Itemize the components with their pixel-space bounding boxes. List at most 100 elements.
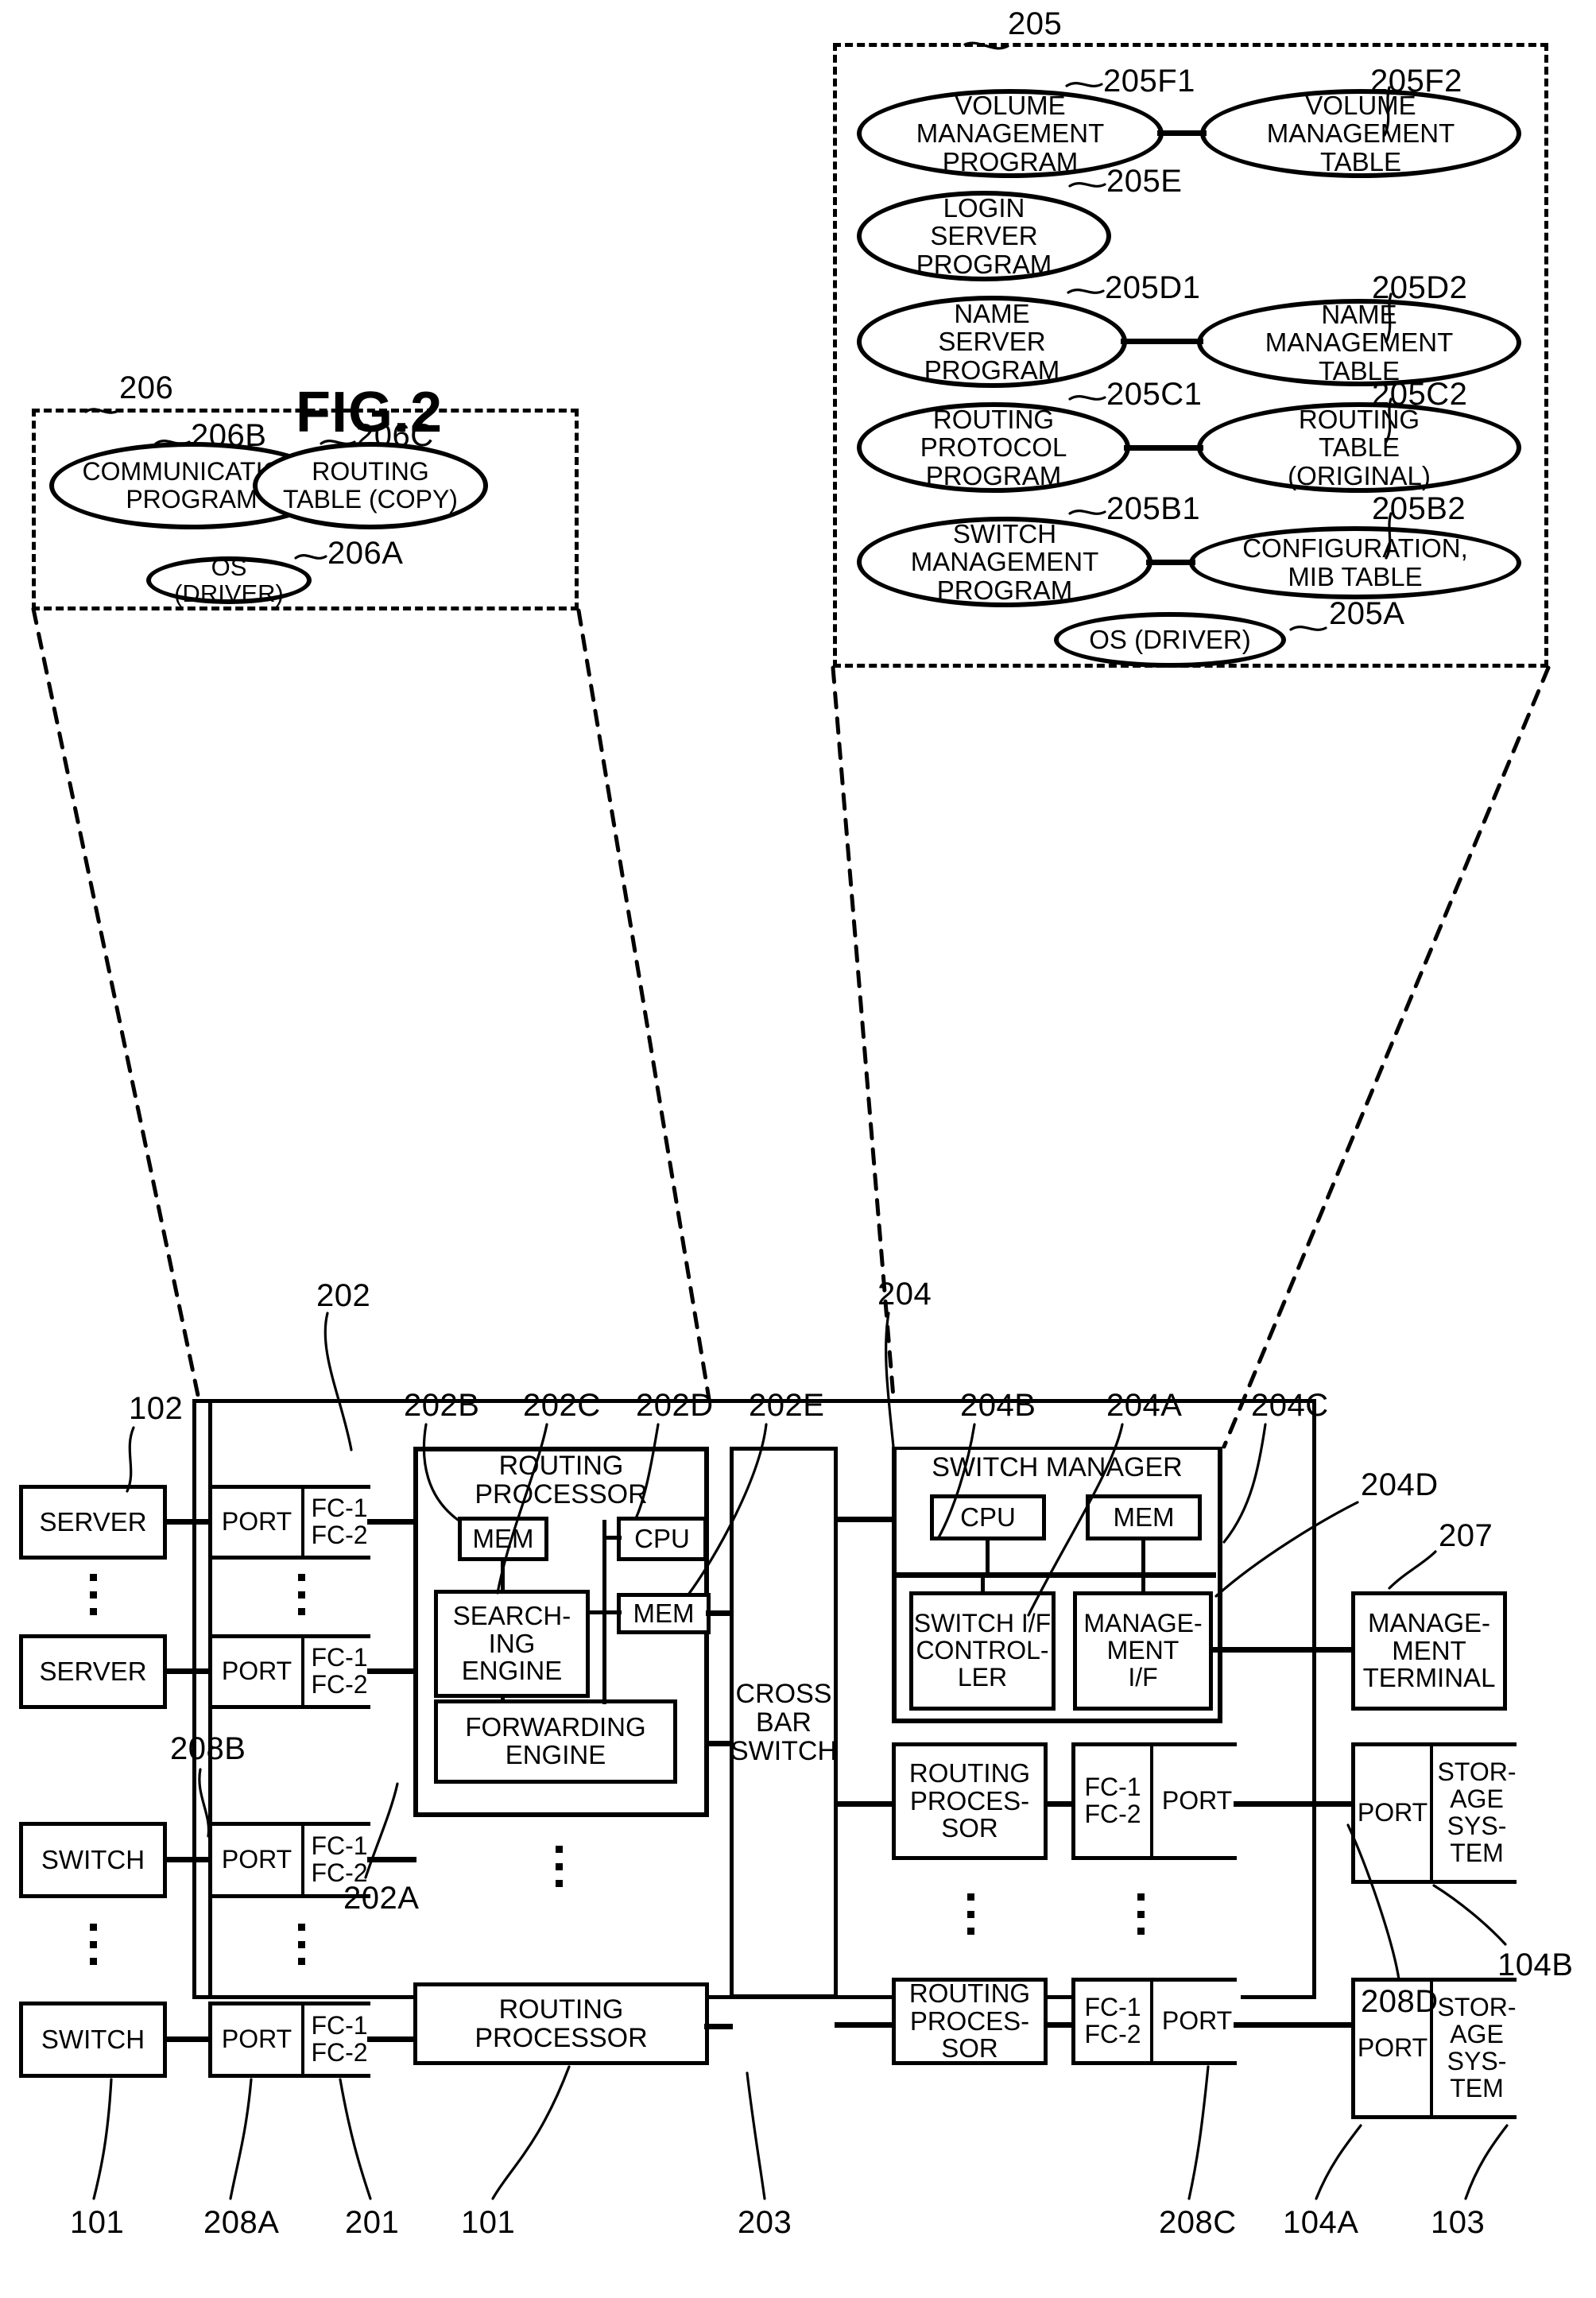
ellipsis-port-2 [297,1924,305,1965]
wire-mem-search [501,1560,505,1591]
port-3: PORT [212,1826,304,1894]
port-fc-group-4: PORT FC-1 FC-2 [208,2002,374,2078]
ref-204A: 204A [1106,1388,1183,1423]
ref-104B: 104B [1497,1947,1574,1982]
link-mgmtif-terminal [1210,1647,1354,1653]
port-4: PORT [212,2005,304,2074]
link-crossbar-rpright1 [835,1801,895,1807]
ref-208D: 208D [1361,1984,1439,2019]
port-storage-1: PORT [1355,1746,1433,1880]
node-switch-management-program: SWITCH MANAGEMENT PROGRAM [857,517,1152,607]
switch-manager-bus [897,1572,1216,1578]
wire-cpu-h [602,1536,622,1540]
port-fc-group-2: PORT FC-1 FC-2 [208,1634,374,1709]
ellipsis-left-2 [89,1924,97,1965]
ref-205B2: 205B2 [1372,491,1466,526]
ref-206C: 206C [356,418,434,453]
management-if-204D: MANAGE- MENT I/F [1073,1591,1213,1711]
link-crossbar-switchmanager [835,1517,895,1522]
storage-system-1: STOR- AGE SYS- TEM [1433,1746,1520,1880]
fc-right-1: FC-1 FC-2 [1075,1746,1153,1856]
forwarding-engine-202A: FORWARDING ENGINE [434,1699,677,1784]
link-forward-crossbar [704,1741,733,1746]
node-routing-table-original: ROUTING TABLE (ORIGINAL) [1197,402,1521,493]
figure-canvas: FIG.2 205 VOLUME MANAGEMENT PROGRAM 205F… [0,0,1596,2298]
ellipsis-port-1 [297,1574,305,1615]
ref-202D: 202D [636,1388,714,1423]
port-2: PORT [212,1638,304,1705]
link-portright2-storage2 [1234,2022,1354,2028]
node-switch-1: SWITCH [19,1822,167,1898]
link-fc3-rp202 [367,1857,416,1862]
mem-204C: MEM [1086,1494,1202,1540]
ref-205F2: 205F2 [1370,64,1462,99]
ref-208A: 208A [203,2205,280,2240]
node-server-1: SERVER [19,1485,167,1560]
ref-202E: 202E [749,1388,825,1423]
ref-103: 103 [1431,2205,1486,2240]
ref-202-top: 202 [316,1278,371,1313]
ref-205D2: 205D2 [1372,270,1468,305]
ellipsis-left-1 [89,1574,97,1615]
mem-202E: MEM [617,1593,711,1634]
link-server1-port1 [165,1519,211,1525]
ref-205E: 205E [1106,164,1183,199]
routing-processor-202-title: ROUTING PROCESSOR [420,1451,703,1509]
ref-205B1: 205B1 [1106,491,1201,526]
fc-port-group-right-2: FC-1 FC-2 PORT [1071,1978,1241,2065]
fc-1: FC-1 FC-2 [304,1489,374,1556]
searching-engine-202C: SEARCH- ING ENGINE [434,1590,590,1698]
port-right-2: PORT [1153,1982,1241,2061]
link-rpright1-fc [1044,1801,1075,1807]
node-routing-table-copy: ROUTING TABLE (COPY) [253,442,488,529]
routing-processor-right-1: ROUTING PROCES- SOR [892,1742,1048,1860]
link-fc2-rp202 [367,1668,416,1674]
ref-208B: 208B [170,1731,246,1766]
link-rpbottom-crossbar [704,2024,733,2029]
connector-205B [1146,560,1195,565]
ref-206B: 206B [191,418,267,453]
port-1: PORT [212,1489,304,1556]
switch-if-controller-204A: SWITCH I/F CONTROL- LER [909,1591,1056,1711]
fc-2: FC-1 FC-2 [304,1638,374,1705]
link-switch1-port3 [165,1857,211,1862]
fc-4: FC-1 FC-2 [304,2005,374,2074]
link-rpright2-fc [1044,2022,1075,2028]
ref-104A: 104A [1283,2205,1359,2240]
link-fc1-rp202 [367,1519,416,1525]
ref-205D1: 205D1 [1105,270,1201,305]
port-fc-group-1: PORT FC-1 FC-2 [208,1485,374,1560]
wire-bus-mgmtif [1141,1574,1145,1595]
ellipsis-rpright [967,1893,974,1935]
cpu-204B: CPU [930,1494,1046,1540]
ref-204-top: 204 [877,1277,932,1312]
wire-cpu204-bus [986,1539,990,1574]
ref-205A: 205A [1329,596,1405,631]
node-routing-protocol-program: ROUTING PROTOCOL PROGRAM [857,402,1130,493]
node-server-2: SERVER [19,1634,167,1709]
ref-204D: 204D [1361,1467,1439,1502]
ref-205C1: 205C1 [1106,377,1203,412]
link-server2-port2 [165,1668,211,1674]
node-login-server-program: LOGIN SERVER PROGRAM [857,191,1111,281]
storage-group-1: PORT STOR- AGE SYS- TEM [1351,1742,1520,1884]
connector-205C [1124,445,1203,451]
node-name-management-table: NAME MANAGEMENT TABLE [1197,299,1521,386]
wire-mem204-bus [1141,1539,1145,1574]
link-crossbar-rpright2 [835,2022,895,2028]
node-configuration-mib-table: CONFIGURATION, MIB TABLE [1189,526,1521,599]
ref-203: 203 [738,2205,792,2240]
crossbar-switch-203: CROSS BAR SWITCH [730,1447,838,1998]
ref-208C: 208C [1159,2205,1237,2240]
cpu-202D: CPU [617,1517,707,1561]
ref-205: 205 [1008,6,1063,41]
wire-search-forward [501,1696,505,1703]
port-right-1: PORT [1153,1746,1241,1856]
wire-mem-mid-h [588,1610,622,1614]
fc-port-group-right-1: FC-1 FC-2 PORT [1071,1742,1241,1860]
node-os-driver-205: OS (DRIVER) [1054,612,1286,668]
routing-processor-bottom: ROUTING PROCESSOR [413,1982,709,2065]
ref-204B: 204B [960,1388,1036,1423]
fc-right-2: FC-1 FC-2 [1075,1982,1153,2061]
ref-202A: 202A [343,1881,420,1916]
